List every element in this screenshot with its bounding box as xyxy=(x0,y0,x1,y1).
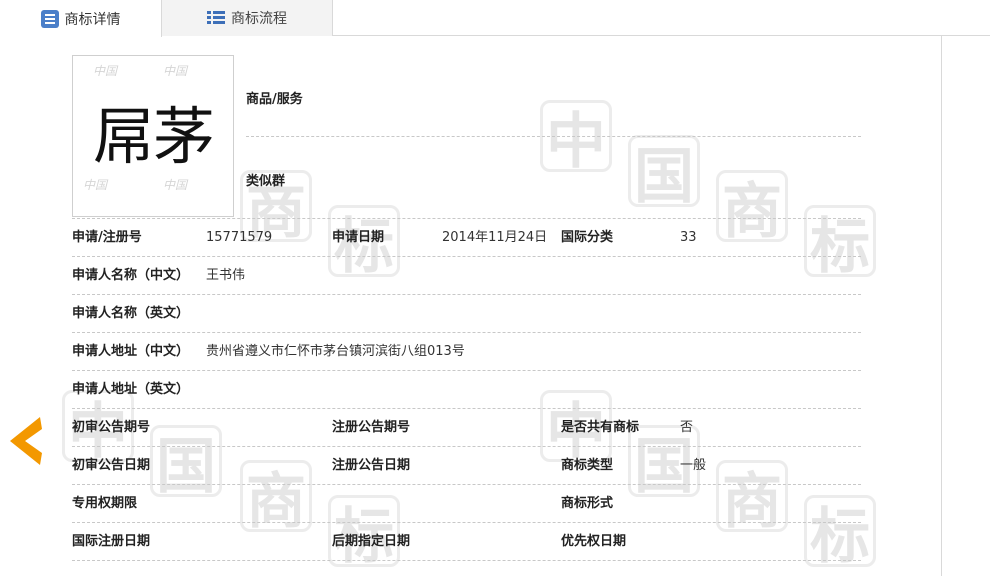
reg-no-label: 申请/注册号 xyxy=(72,230,142,245)
image-background-text: 中国 xyxy=(93,64,118,78)
apply-date-value: 2014年11月24日 xyxy=(442,230,548,245)
detail-row: 申请/注册号 15771579 申请日期 2014年11月24日 国际分类 33 xyxy=(72,219,861,257)
tm-type-label: 商标类型 xyxy=(561,458,614,473)
address-cn-value: 贵州省遵义市仁怀市茅台镇河滨街八组013号 xyxy=(206,344,465,359)
tm-form-label: 商标形式 xyxy=(561,496,614,511)
tab-label: 商标流程 xyxy=(231,11,287,27)
detail-row: 申请人地址（英文） xyxy=(72,371,861,409)
detail-row: 初审公告日期 注册公告日期 商标类型 一般 xyxy=(72,447,861,485)
tab-trademark-process[interactable]: 商标流程 xyxy=(162,0,333,36)
reg-no-value: 15771579 xyxy=(206,230,273,245)
detail-row: 初审公告期号 注册公告期号 是否共有商标 否 xyxy=(72,409,861,447)
reg-issue-label: 注册公告期号 xyxy=(332,420,411,435)
intl-reg-date-label: 国际注册日期 xyxy=(72,534,151,549)
address-en-label: 申请人地址（英文） xyxy=(72,382,190,397)
apply-date-label: 申请日期 xyxy=(332,230,385,245)
image-background-text: 中国 xyxy=(83,178,108,192)
priority-date-label: 优先权日期 xyxy=(561,534,627,549)
detail-row: 专用权期限 商标形式 xyxy=(72,485,861,523)
image-background-text: 中国 xyxy=(163,178,188,192)
list-icon xyxy=(207,9,225,27)
shared-mark-value: 否 xyxy=(680,420,694,435)
tab-bar: 商标详情 商标流程 xyxy=(0,0,990,37)
goods-services-label: 商品/服务 xyxy=(246,92,303,107)
prelim-issue-label: 初审公告期号 xyxy=(72,420,151,435)
tm-type-value: 一般 xyxy=(680,458,707,473)
trademark-mark-text: 屌茅 xyxy=(92,100,215,173)
exclusive-period-label: 专用权期限 xyxy=(72,496,138,511)
applicant-en-label: 申请人名称（英文） xyxy=(72,306,190,321)
detail-row: 申请人名称（中文） 王书伟 xyxy=(72,257,861,295)
detail-row: 国际注册日期 后期指定日期 优先权日期 xyxy=(72,523,861,561)
later-designation-date-label: 后期指定日期 xyxy=(332,534,411,549)
back-arrow-icon[interactable] xyxy=(10,417,44,465)
watermark-char: 国 xyxy=(628,135,700,212)
intl-class-value: 33 xyxy=(680,230,697,245)
intl-class-label: 国际分类 xyxy=(561,230,614,245)
trademark-image: 中国 中国 中国 中国 屌茅 xyxy=(72,55,234,217)
applicant-cn-label: 申请人名称（中文） xyxy=(72,268,190,283)
prelim-date-label: 初审公告日期 xyxy=(72,458,151,473)
reg-date-label: 注册公告日期 xyxy=(332,458,411,473)
list-document-icon xyxy=(40,9,59,28)
detail-row: 申请人名称（英文） xyxy=(72,295,861,333)
tab-label: 商标详情 xyxy=(64,11,121,28)
similar-group-label: 类似群 xyxy=(246,174,286,189)
detail-row: 申请人地址（中文） 贵州省遵义市仁怀市茅台镇河滨街八组013号 xyxy=(72,333,861,371)
address-cn-label: 申请人地址（中文） xyxy=(72,344,190,359)
divider xyxy=(246,136,861,137)
shared-mark-label: 是否共有商标 xyxy=(561,420,640,435)
applicant-cn-value: 王书伟 xyxy=(206,268,246,283)
image-background-text: 中国 xyxy=(163,64,188,78)
tab-trademark-details[interactable]: 商标详情 xyxy=(0,0,162,37)
